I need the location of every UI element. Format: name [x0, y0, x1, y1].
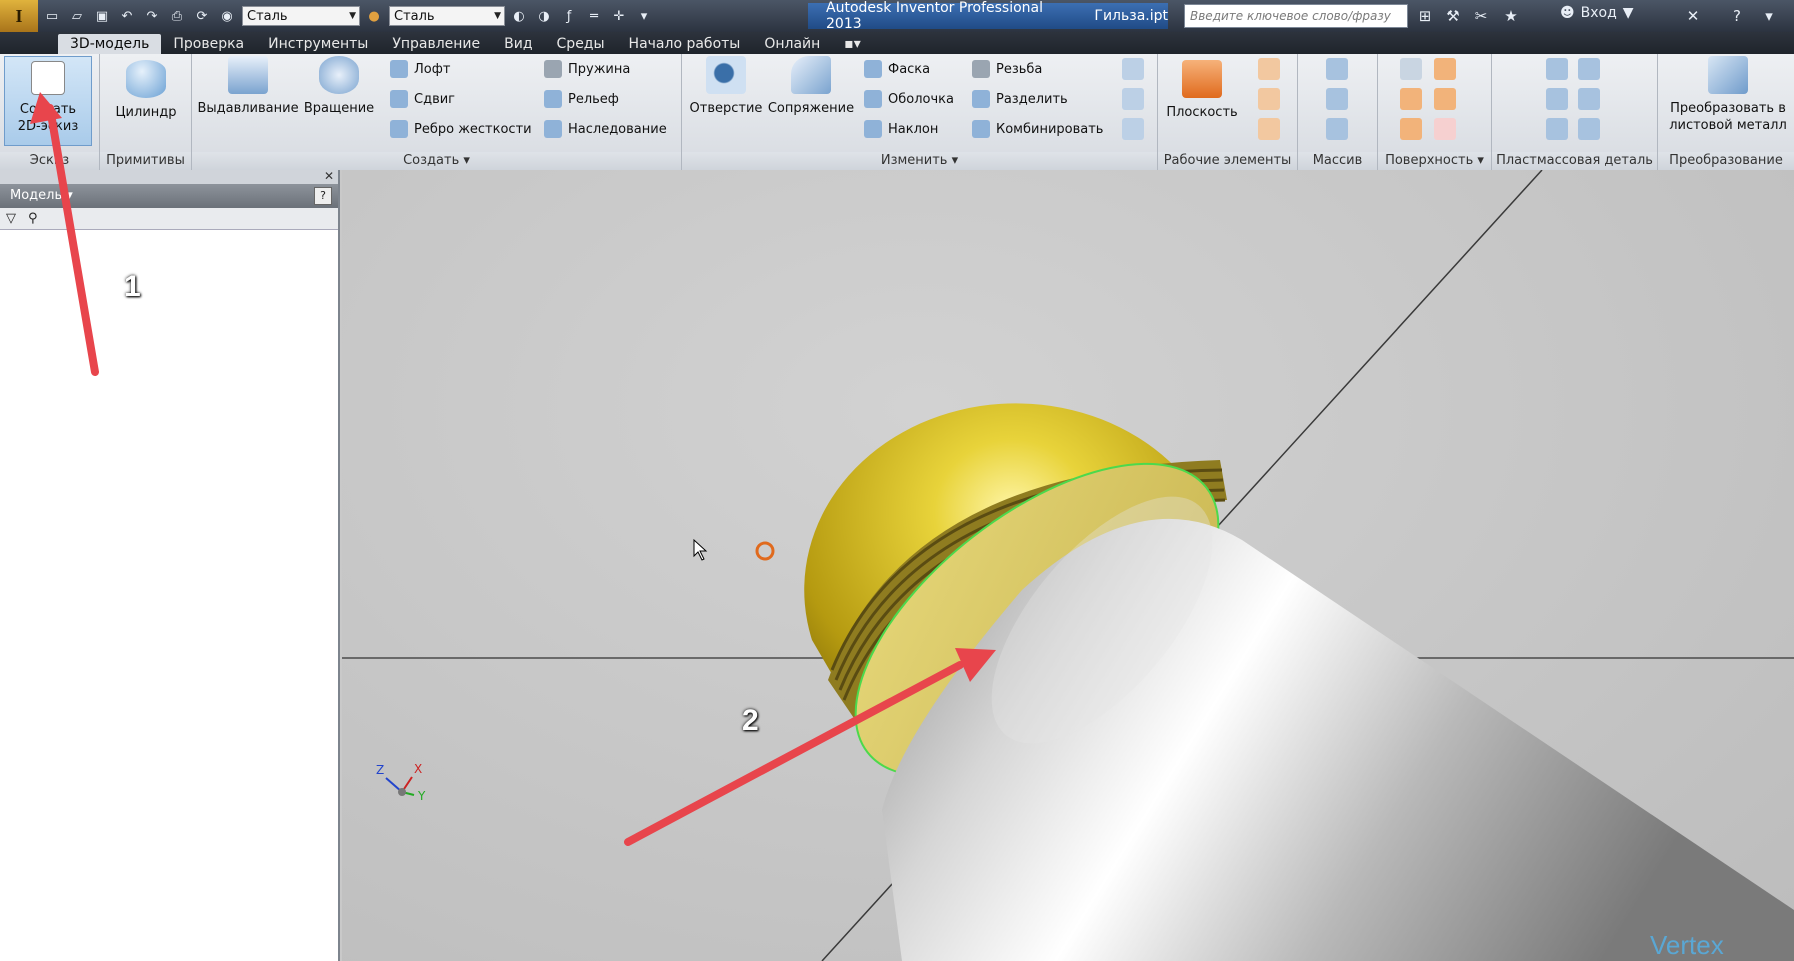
- callout-2: 2: [742, 704, 759, 737]
- annotation-arrow-1: [46, 104, 99, 376]
- vertex-watermark: Vertex: [1650, 930, 1724, 960]
- inventor-window: I ▭ ▱ ▣ ↶ ↷ ⎙ ⟳ ◉ Сталь ▼ ● Сталь ▼ ◐ ◑ ƒ …: [0, 0, 1794, 961]
- callout-1: 1: [124, 270, 141, 303]
- annotation-arrow-2: [624, 661, 964, 846]
- annotation-overlay: [30, 92, 996, 846]
